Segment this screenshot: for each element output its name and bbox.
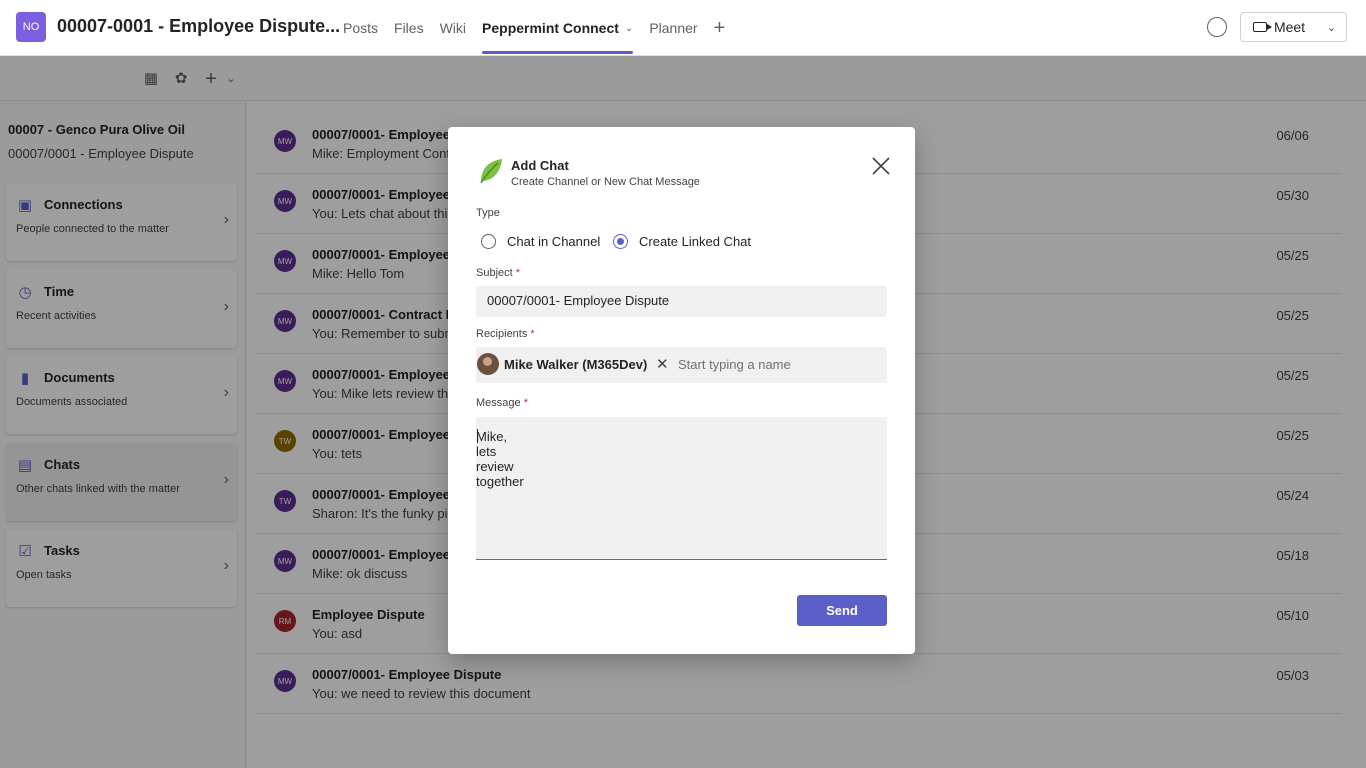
recipient-pill: Mike Walker (M365Dev) <box>504 357 648 372</box>
subject-label-text: Subject <box>476 267 513 279</box>
team-title[interactable]: 00007-0001 - Employee Dispute... <box>57 16 340 37</box>
subject-field[interactable]: 00007/0001- Employee Dispute <box>476 286 887 317</box>
required-mark: * <box>530 328 535 340</box>
subject-value: 00007/0001- Employee Dispute <box>487 293 670 308</box>
tab-bar: Posts Files Wiki Peppermint Connect ⌄ Pla… <box>343 0 725 56</box>
text-caret <box>477 429 478 443</box>
radio-label-chat-in-channel[interactable]: Chat in Channel <box>507 234 600 249</box>
tab-label: Files <box>394 20 424 36</box>
required-mark: * <box>515 267 521 279</box>
add-tab-plus-icon[interactable]: + <box>714 17 726 40</box>
dialog-subtitle: Create Channel or New Chat Message <box>511 176 700 188</box>
recipients-label: Recipients * <box>476 328 535 340</box>
message-label-text: Message <box>476 397 521 409</box>
avatar <box>477 353 499 375</box>
chevron-down-icon: ⌄ <box>624 22 634 34</box>
meet-button[interactable]: Meet <box>1240 12 1318 42</box>
tab-label: Peppermint Connect <box>482 20 619 36</box>
video-camera-icon <box>1252 22 1272 32</box>
message-text: Mike, lets review together <box>476 429 524 489</box>
meeting-chat-icon[interactable] <box>1207 17 1227 37</box>
app-header: NO 00007-0001 - Employee Dispute... Post… <box>0 0 1366 56</box>
leaf-icon <box>480 159 502 184</box>
send-button[interactable]: Send <box>797 595 887 626</box>
type-label: Type <box>476 207 500 219</box>
tab-peppermint-connect[interactable]: Peppermint Connect ⌄ <box>482 0 634 56</box>
add-chat-dialog: Add Chat Create Channel or New Chat Mess… <box>448 127 915 654</box>
subject-label: Subject * <box>476 267 520 279</box>
recipients-label-text: Recipients <box>476 328 528 340</box>
dialog-title: Add Chat <box>511 158 569 173</box>
chevron-down-icon: ⌄ <box>1326 21 1337 34</box>
message-textarea[interactable]: Mike, lets review together <box>476 417 887 560</box>
close-icon[interactable] <box>870 155 892 177</box>
meet-label: Meet <box>1273 19 1306 35</box>
radio-chat-in-channel[interactable] <box>481 234 496 249</box>
tab-files[interactable]: Files <box>394 0 424 56</box>
radio-label-create-linked-chat[interactable]: Create Linked Chat <box>639 234 751 249</box>
recipients-field[interactable]: Mike Walker (M365Dev) ✕ <box>476 347 887 383</box>
tab-label: Posts <box>343 20 379 36</box>
tab-label: Planner <box>649 20 698 36</box>
required-mark: * <box>523 397 528 409</box>
tab-posts[interactable]: Posts <box>343 0 378 56</box>
tab-wiki[interactable]: Wiki <box>440 0 466 56</box>
message-label: Message * <box>476 397 528 409</box>
radio-create-linked-chat[interactable] <box>613 234 628 249</box>
tab-planner[interactable]: Planner <box>649 0 697 56</box>
remove-recipient-close-icon[interactable]: ✕ <box>656 355 669 373</box>
recipient-search-input[interactable] <box>678 354 878 374</box>
meet-dropdown-button[interactable]: ⌄ <box>1317 12 1347 42</box>
team-avatar[interactable]: NO <box>16 12 46 42</box>
tab-label: Wiki <box>439 20 467 36</box>
